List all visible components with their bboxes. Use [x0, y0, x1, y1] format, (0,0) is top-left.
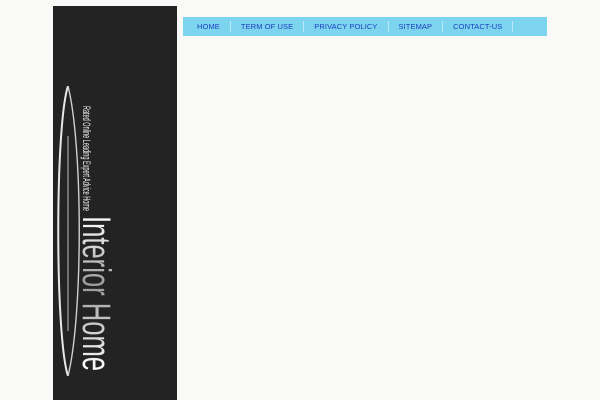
top-nav-bar: HOME TERM OF USE PRIVACY POLICY SITEMAP …: [183, 17, 547, 36]
nav-link-privacy-policy[interactable]: PRIVACY POLICY: [304, 22, 387, 31]
nav-link-contact-us[interactable]: CONTACT-US: [443, 22, 512, 31]
logo-emblem-left: [57, 86, 69, 376]
logo-tagline: Rated Online Leading Expert Advice Home: [80, 106, 92, 211]
logo-graphic: Rated Online Leading Expert Advice Home …: [57, 86, 118, 376]
nav-item-term-of-use: TERM OF USE: [231, 17, 305, 36]
nav-link-home[interactable]: HOME: [187, 22, 230, 31]
nav-item-home: HOME: [187, 17, 231, 36]
nav-item-privacy-policy: PRIVACY POLICY: [304, 17, 389, 36]
logo-wordmark: Interior Home: [74, 216, 118, 371]
nav-item-contact-us: CONTACT-US: [443, 17, 514, 36]
nav-separator: [512, 21, 514, 32]
nav-item-sitemap: SITEMAP: [389, 17, 444, 36]
nav-link-sitemap[interactable]: SITEMAP: [389, 22, 443, 31]
nav-link-term-of-use[interactable]: TERM OF USE: [231, 22, 303, 31]
site-logo[interactable]: Rated Online Leading Expert Advice Home …: [53, 86, 177, 376]
sidebar: Rated Online Leading Expert Advice Home …: [53, 6, 177, 400]
